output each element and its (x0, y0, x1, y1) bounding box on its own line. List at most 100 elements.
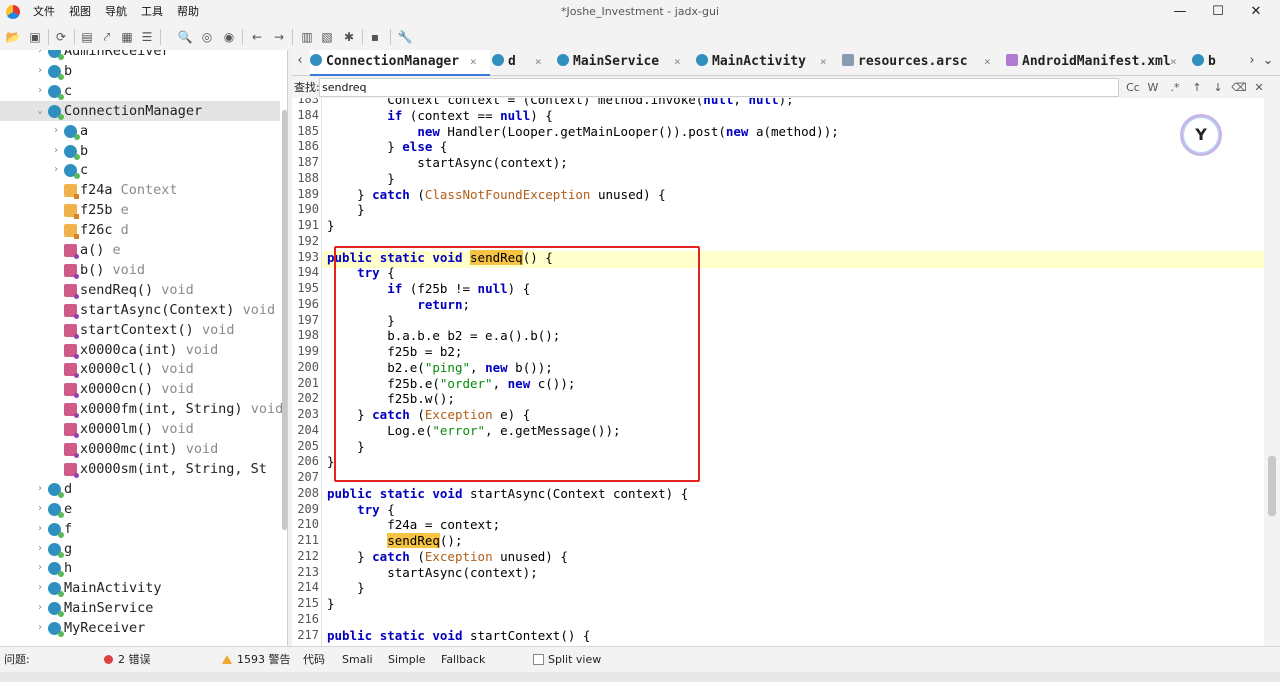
code-line[interactable]: } (327, 171, 395, 186)
forward-icon[interactable]: → (270, 28, 288, 46)
errors-count[interactable]: 2 错误 (104, 647, 151, 673)
tree-item[interactable]: f26c d (0, 220, 280, 240)
close-tab-icon[interactable]: × (1170, 50, 1177, 74)
tab-smali[interactable]: Smali (342, 647, 373, 673)
tree-item[interactable]: › MainActivity (0, 578, 280, 598)
close-window-button[interactable]: ✕ (1236, 0, 1276, 24)
code-line[interactable]: sendReq(); (327, 533, 462, 548)
export-gradle-icon[interactable]: ▦ (118, 28, 136, 46)
tree-item[interactable]: startContext() void (0, 320, 280, 340)
code-scrollbar-thumb[interactable] (1268, 456, 1276, 516)
chevron-right-icon[interactable]: › (34, 598, 46, 618)
search-previous-button[interactable]: ↑ (1188, 79, 1206, 96)
split-view-toggle[interactable]: Split view (533, 647, 601, 673)
chevron-right-icon[interactable]: › (34, 499, 46, 519)
tree-item[interactable]: x0000fm(int, String) void (0, 399, 283, 419)
maximize-button[interactable]: ☐ (1198, 0, 1238, 24)
deobfuscation-icon[interactable]: ▧ (318, 28, 336, 46)
code-line[interactable]: try { (327, 502, 395, 517)
go-to-icon[interactable]: ◉ (220, 28, 238, 46)
tree-item[interactable]: › g (0, 539, 280, 559)
code-line[interactable]: } catch (Exception unused) { (327, 549, 568, 564)
tree-item[interactable]: ⌄ ConnectionManager (0, 100, 280, 121)
find-usage-icon[interactable]: ◎ (198, 28, 216, 46)
code-line[interactable]: if (context == null) { (327, 108, 553, 123)
export-icon[interactable]: ⤤ (98, 28, 116, 46)
tab-resources-arsc[interactable]: resources.arsc × (842, 50, 1004, 76)
chevron-right-icon[interactable]: › (34, 519, 46, 539)
chevron-right-icon[interactable]: › (34, 539, 46, 559)
chevron-right-icon[interactable]: › (34, 558, 46, 578)
code-line[interactable]: } (327, 580, 365, 595)
close-tab-icon[interactable]: × (820, 50, 827, 74)
sync-icon[interactable]: ⟳ (52, 28, 70, 46)
tree-item[interactable]: x0000ca(int) void (0, 340, 280, 360)
whole-word-button[interactable]: W (1144, 79, 1162, 96)
tree-item[interactable]: x0000cn() void (0, 379, 280, 399)
tree-item[interactable]: startAsync(Context) void (0, 300, 280, 320)
tab-d[interactable]: d × (492, 50, 555, 76)
chevron-right-icon[interactable]: › (34, 50, 46, 61)
settings-icon[interactable]: 🔧 (396, 28, 414, 46)
code-line[interactable]: new Handler(Looper.getMainLooper()).post… (327, 124, 838, 139)
code-line[interactable]: Context context = (Context) method.invok… (327, 98, 793, 107)
split-view-checkbox[interactable] (533, 654, 544, 665)
close-search-button[interactable]: ✕ (1250, 79, 1268, 96)
menu-navigation[interactable]: 导航 (98, 0, 134, 24)
menu-view[interactable]: 视图 (62, 0, 98, 24)
chevron-right-icon[interactable]: › (34, 61, 46, 81)
chevron-down-icon[interactable]: ⌄ (34, 101, 46, 121)
tree-item[interactable]: › b (0, 141, 280, 161)
code-line[interactable]: startAsync(context); (327, 155, 568, 170)
flatten-packages-icon[interactable]: ☰ (138, 28, 156, 46)
open-project-icon[interactable]: 📂 (4, 28, 22, 46)
chevron-right-icon[interactable]: › (50, 160, 62, 180)
chevron-right-icon[interactable]: › (34, 479, 46, 499)
code-line[interactable]: } (327, 202, 365, 217)
chevron-right-icon[interactable]: › (50, 141, 62, 161)
debug-icon[interactable]: ✱ (340, 28, 358, 46)
tab-scroll-left-icon[interactable]: ‹ (292, 53, 308, 68)
code-line[interactable]: } (327, 596, 335, 611)
search-next-button[interactable]: ↓ (1209, 79, 1227, 96)
tab-androidmanifest-xml[interactable]: AndroidManifest.xml × (1006, 50, 1190, 76)
tab-simple[interactable]: Simple (388, 647, 426, 673)
code-line[interactable]: f24a = context; (327, 517, 500, 532)
chevron-right-icon[interactable]: › (50, 121, 62, 141)
log-icon[interactable]: ▪ (366, 28, 384, 46)
tab-fallback[interactable]: Fallback (441, 647, 485, 673)
chevron-right-icon[interactable]: › (34, 578, 46, 598)
back-icon[interactable]: ← (248, 28, 266, 46)
close-tab-icon[interactable]: × (984, 50, 991, 74)
warnings-count[interactable]: 1593 警告 (222, 647, 291, 673)
tree-item[interactable]: › d (0, 479, 280, 499)
close-tab-icon[interactable]: × (674, 50, 681, 74)
add-files-icon[interactable]: ▣ (26, 28, 44, 46)
tree-item[interactable]: x0000lm() void (0, 419, 280, 439)
tab-b[interactable]: b (1192, 50, 1232, 76)
tree-item[interactable]: sendReq() void (0, 280, 280, 300)
chevron-right-icon[interactable]: › (34, 81, 46, 101)
menu-help[interactable]: 帮助 (170, 0, 206, 24)
close-tab-icon[interactable]: × (535, 50, 542, 74)
code-line[interactable]: public static void startContext() { (327, 628, 590, 643)
tree-item[interactable]: › f (0, 519, 280, 539)
tree-item[interactable]: › e (0, 499, 280, 519)
tab-mainservice[interactable]: MainService × (557, 50, 694, 76)
tab-code[interactable]: 代码 (303, 647, 325, 673)
tree-item[interactable]: › MainService (0, 598, 280, 618)
decompile-all-icon[interactable]: ▥ (298, 28, 316, 46)
match-case-button[interactable]: Cc (1124, 79, 1142, 96)
minimize-button[interactable]: — (1160, 0, 1200, 24)
menu-file[interactable]: 文件 (26, 0, 62, 24)
regex-button[interactable]: .* (1166, 79, 1184, 96)
code-line[interactable]: } catch (ClassNotFoundException unused) … (327, 187, 666, 202)
code-line[interactable]: public static void startAsync(Context co… (327, 486, 688, 501)
tab-scroll-right-icon[interactable]: › (1244, 53, 1260, 68)
save-icon[interactable]: ▤ (78, 28, 96, 46)
code-line[interactable]: } (327, 218, 335, 233)
tree-item[interactable]: › c (0, 160, 280, 180)
tab-mainactivity[interactable]: MainActivity × (696, 50, 840, 76)
tab-list-icon[interactable]: ⌄ (1260, 53, 1276, 68)
tree-item[interactable]: b() void (0, 260, 280, 280)
